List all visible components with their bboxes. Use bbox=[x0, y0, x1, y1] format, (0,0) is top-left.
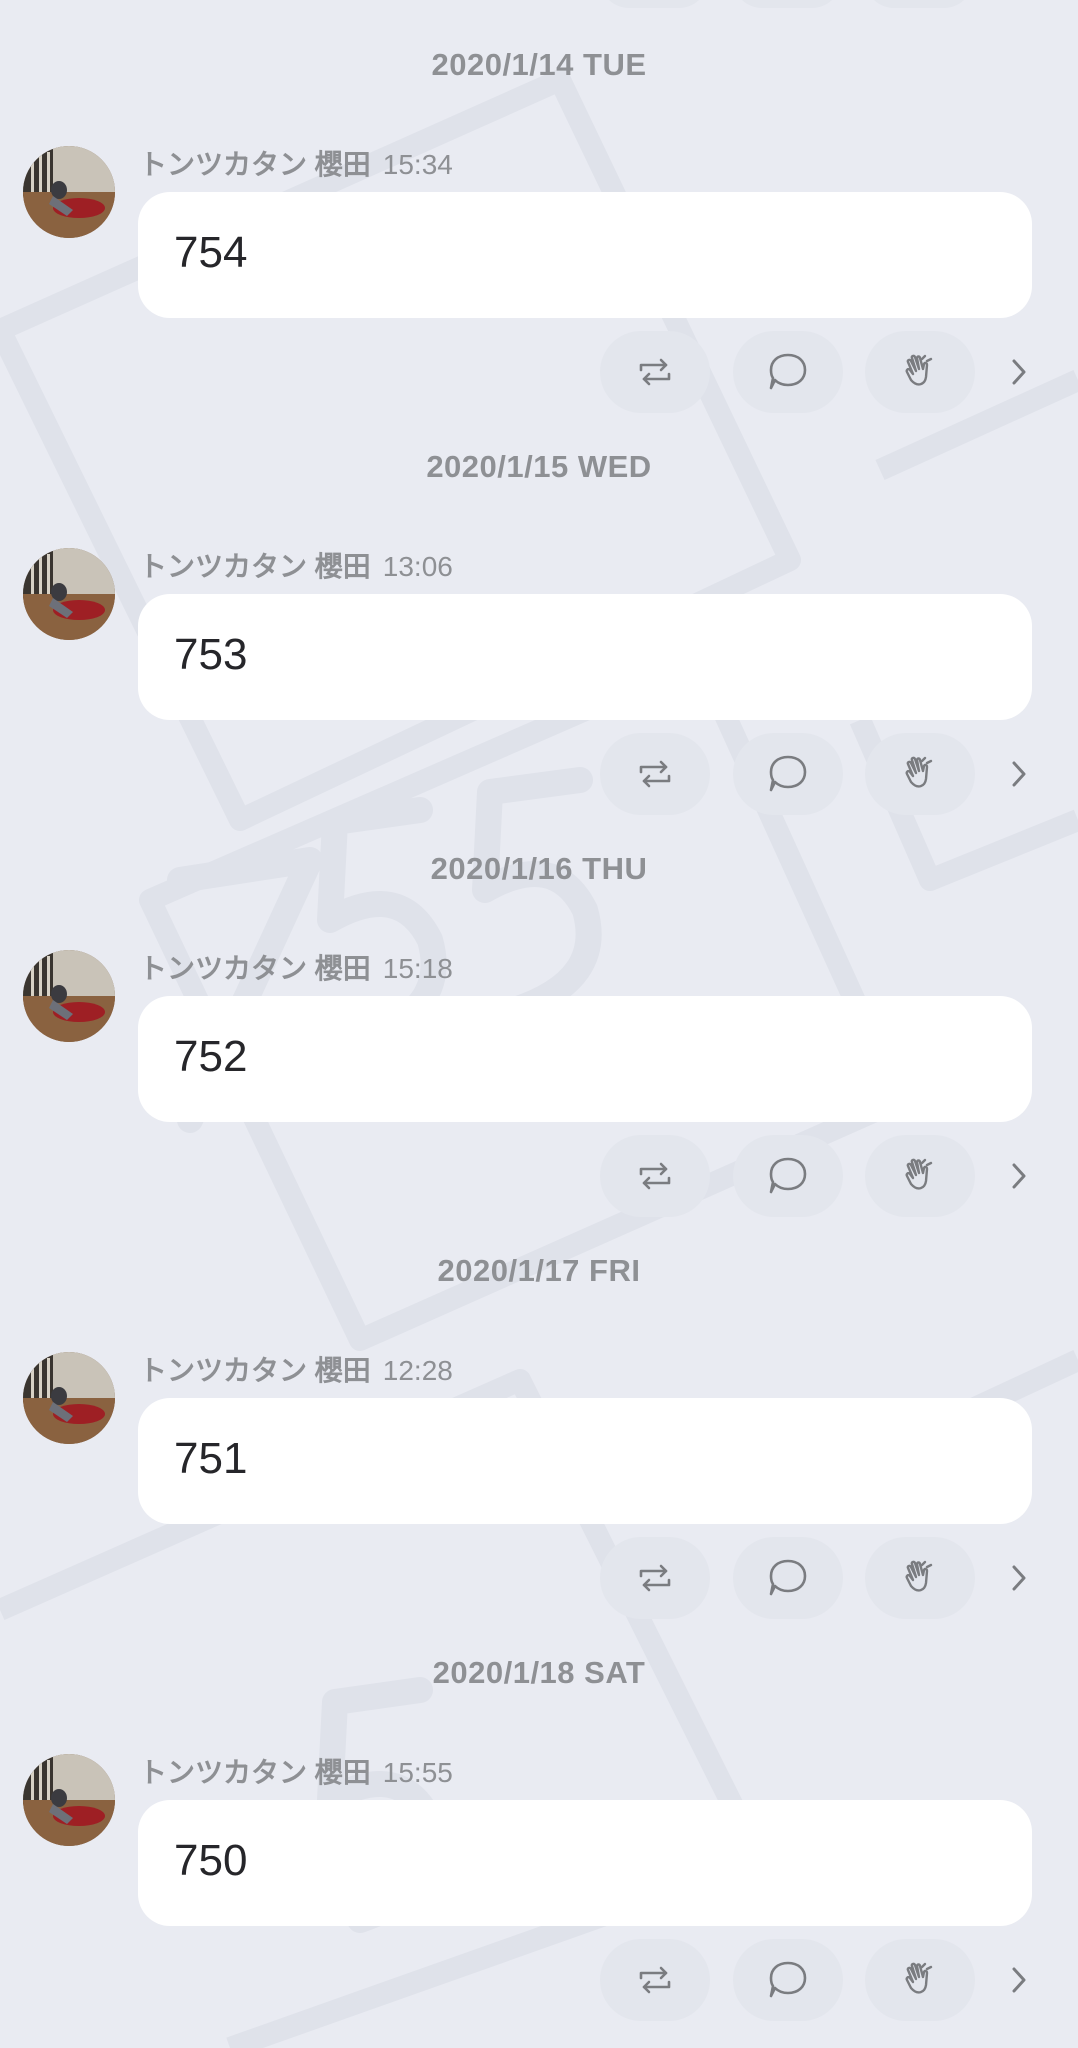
message-text: 753 bbox=[174, 630, 248, 679]
post-item: 2020/1/15 WED トンツカタン 櫻田 13:06 753 bbox=[0, 402, 1078, 815]
clap-button[interactable] bbox=[865, 1135, 975, 1217]
date-separator: 2020/1/15 WED bbox=[426, 449, 652, 484]
comment-button[interactable] bbox=[733, 1537, 843, 1619]
repost-icon bbox=[639, 1162, 671, 1190]
post-item: 2020/1/17 FRI トンツカタン 櫻田 12:28 751 bbox=[0, 1206, 1078, 1619]
post-time: 15:18 bbox=[382, 953, 453, 984]
message-bubble[interactable]: 754 bbox=[138, 192, 1032, 318]
repost-icon bbox=[639, 1966, 671, 1994]
date-separator: 2020/1/16 THU bbox=[430, 851, 648, 886]
author-name[interactable]: トンツカタン 櫻田 bbox=[139, 953, 371, 984]
chevron-right-icon bbox=[1012, 761, 1026, 787]
repost-button[interactable] bbox=[600, 1537, 710, 1619]
author-avatar[interactable] bbox=[23, 146, 115, 238]
author-name[interactable]: トンツカタン 櫻田 bbox=[139, 551, 371, 582]
post-item: 2020/1/14 TUE トンツカタン 櫻田 15:34 754 bbox=[0, 0, 1078, 413]
clap-icon bbox=[905, 1962, 933, 1994]
clap-icon bbox=[905, 1560, 933, 1592]
post-meta: トンツカタン 櫻田 15:34 bbox=[139, 143, 453, 183]
date-separator: 2020/1/18 SAT bbox=[432, 1655, 646, 1690]
message-bubble[interactable]: 753 bbox=[138, 594, 1032, 720]
clap-icon bbox=[905, 354, 933, 386]
post-time: 13:06 bbox=[382, 551, 453, 582]
message-text: 754 bbox=[174, 228, 248, 277]
more-button[interactable] bbox=[1004, 352, 1034, 392]
comment-button[interactable] bbox=[733, 1135, 843, 1217]
clap-button[interactable] bbox=[865, 1939, 975, 2021]
more-button[interactable] bbox=[1004, 1960, 1034, 2000]
comment-icon bbox=[769, 1559, 807, 1596]
more-button[interactable] bbox=[1004, 1558, 1034, 1598]
post-time: 15:55 bbox=[382, 1757, 453, 1788]
author-avatar[interactable] bbox=[23, 548, 115, 640]
clap-icon bbox=[905, 756, 933, 788]
post-item: 2020/1/16 THU トンツカタン 櫻田 15:18 752 bbox=[0, 804, 1078, 1217]
author-avatar[interactable] bbox=[23, 1754, 115, 1846]
post-meta: トンツカタン 櫻田 15:18 bbox=[139, 947, 453, 987]
message-text: 751 bbox=[174, 1434, 248, 1483]
clap-button[interactable] bbox=[865, 733, 975, 815]
post-item: 2020/1/18 SAT トンツカタン 櫻田 15:55 750 bbox=[0, 1608, 1078, 2021]
clap-button[interactable] bbox=[865, 331, 975, 413]
chevron-right-icon bbox=[1012, 359, 1026, 385]
more-button[interactable] bbox=[1004, 754, 1034, 794]
message-bubble[interactable]: 751 bbox=[138, 1398, 1032, 1524]
comment-icon bbox=[769, 755, 807, 792]
chevron-right-icon bbox=[1012, 1967, 1026, 1993]
author-name[interactable]: トンツカタン 櫻田 bbox=[139, 1355, 371, 1386]
author-avatar[interactable] bbox=[23, 1352, 115, 1444]
message-bubble[interactable]: 752 bbox=[138, 996, 1032, 1122]
repost-icon bbox=[639, 358, 671, 386]
author-name[interactable]: トンツカタン 櫻田 bbox=[139, 149, 371, 180]
repost-button[interactable] bbox=[600, 1939, 710, 2021]
repost-icon bbox=[639, 760, 671, 788]
clap-icon bbox=[905, 1158, 933, 1190]
repost-icon bbox=[639, 1564, 671, 1592]
comment-icon bbox=[769, 1961, 807, 1998]
comment-button[interactable] bbox=[733, 733, 843, 815]
post-time: 15:34 bbox=[382, 149, 453, 180]
post-meta: トンツカタン 櫻田 12:28 bbox=[139, 1349, 453, 1389]
message-feed: 2020/1/14 TUE トンツカタン 櫻田 15:34 754 2020/1… bbox=[0, 0, 1078, 2048]
date-separator: 2020/1/17 FRI bbox=[437, 1253, 641, 1288]
comment-icon bbox=[769, 353, 807, 390]
post-time: 12:28 bbox=[382, 1355, 453, 1386]
author-avatar[interactable] bbox=[23, 950, 115, 1042]
message-text: 750 bbox=[174, 1836, 248, 1885]
comment-button[interactable] bbox=[733, 1939, 843, 2021]
more-button[interactable] bbox=[1004, 1156, 1034, 1196]
message-text: 752 bbox=[174, 1032, 248, 1081]
message-bubble[interactable]: 750 bbox=[138, 1800, 1032, 1926]
author-name[interactable]: トンツカタン 櫻田 bbox=[139, 1757, 371, 1788]
comment-button[interactable] bbox=[733, 331, 843, 413]
repost-button[interactable] bbox=[600, 331, 710, 413]
chevron-right-icon bbox=[1012, 1565, 1026, 1591]
chevron-right-icon bbox=[1012, 1163, 1026, 1189]
repost-button[interactable] bbox=[600, 1135, 710, 1217]
post-meta: トンツカタン 櫻田 13:06 bbox=[139, 545, 453, 585]
repost-button[interactable] bbox=[600, 733, 710, 815]
clap-button[interactable] bbox=[865, 1537, 975, 1619]
post-meta: トンツカタン 櫻田 15:55 bbox=[139, 1751, 453, 1791]
date-separator: 2020/1/14 TUE bbox=[431, 47, 647, 82]
comment-icon bbox=[769, 1157, 807, 1194]
